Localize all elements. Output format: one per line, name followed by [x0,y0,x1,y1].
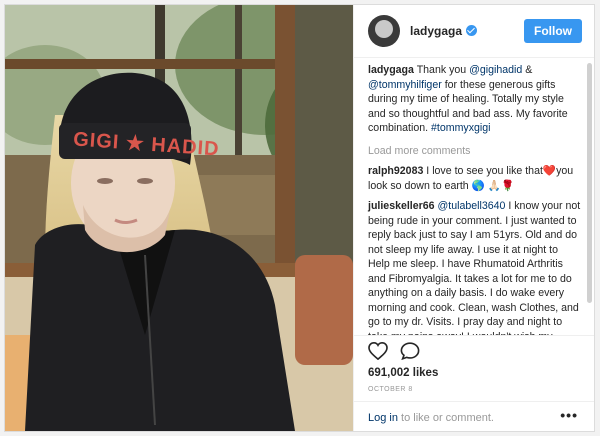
login-prompt: Log in to like or comment. [368,412,494,424]
divider [354,401,594,402]
load-more-comments-button[interactable]: Load more comments [368,144,581,159]
mention-link[interactable]: @gigihadid [469,64,522,76]
post-header: ladygaga Follow [354,5,594,58]
caption-text-1: Thank you [413,64,470,76]
verified-badge-icon [466,25,478,36]
post-date: OCTOBER 8 [368,386,413,393]
avatar[interactable] [368,15,400,47]
caption-username[interactable]: ladygaga [368,64,414,76]
comment-item: ralph92083 I love to see you like that❤️… [368,164,581,193]
comment-icon[interactable] [400,342,420,360]
comment-item: julieskeller66 @tulabell3640 I know your… [368,199,581,335]
comments-list[interactable]: ladygaga Thank you @gigihadid & @tommyhi… [354,63,595,335]
post-side-panel: ladygaga Follow ladygaga Thank you @gigi… [353,5,594,431]
comments-scrollbar[interactable] [587,63,592,335]
likes-count[interactable]: 691,002 likes [368,367,438,379]
post-photo[interactable]: GIGI ★ HADID [5,5,353,431]
scrollbar-thumb[interactable] [587,63,592,303]
caption: ladygaga Thank you @gigihadid & @tommyhi… [368,63,581,136]
hashtag-link[interactable]: #tommyxgigi [431,122,490,134]
action-bar [368,342,420,360]
mention-link[interactable]: @tulabell3640 [438,200,506,212]
more-options-icon[interactable]: ••• [560,407,578,423]
post-container: GIGI ★ HADID ladygaga Follow ladygaga Th… [4,4,595,432]
header-username[interactable]: ladygaga [410,24,478,38]
login-prompt-text: to like or comment. [397,412,494,424]
heart-icon[interactable] [368,342,388,360]
follow-button[interactable]: Follow [524,19,582,43]
comment-username[interactable]: julieskeller66 [368,200,435,212]
caption-text-2: & [522,64,533,76]
mention-link[interactable]: @tommyhilfiger [368,79,442,91]
login-link[interactable]: Log in [368,412,398,424]
comment-username[interactable]: ralph92083 [368,165,423,177]
divider [354,335,594,336]
photo-illustration: GIGI ★ HADID [5,5,353,431]
comment-text: I know your not being rude in your comme… [368,200,581,335]
